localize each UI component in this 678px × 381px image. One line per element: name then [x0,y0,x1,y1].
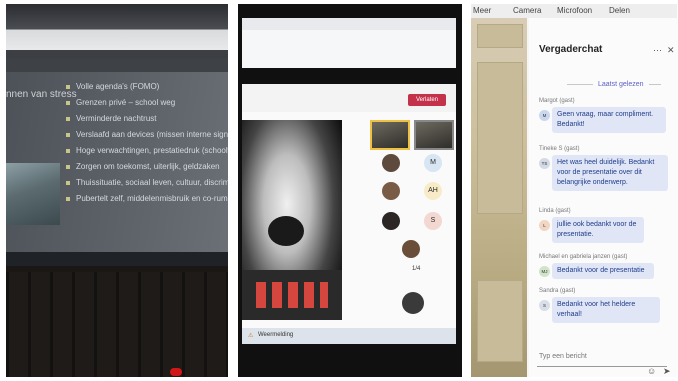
sender-avatar: S [539,300,550,311]
close-icon[interactable]: ✕ [667,46,675,55]
chat-pane: Vergaderchat ⋯ ✕ Laatst gelezen Margot (… [529,18,677,377]
self-view-avatar[interactable] [402,292,424,314]
slide-header-bar [6,58,228,72]
speaker-shirt [242,270,342,320]
bullet-item: Zorgen om toekomst, uiterlijk, geldzaken [66,162,228,178]
message-sender: Sandra (gast) [539,288,576,294]
weather-label: Weermelding [258,332,294,338]
participant-video[interactable] [414,120,454,150]
message-sender: Margot (gast) [539,98,575,104]
powerpoint-ribbon [6,4,228,50]
bullet-item: Verslaafd aan devices (missen interne si… [66,130,228,146]
participant-photo-avatar[interactable] [382,212,400,230]
laptop-keyboard [6,272,228,377]
participant-avatar[interactable]: M [424,154,442,172]
participant-photo-avatar[interactable] [402,240,420,258]
laptop-screen: nnen van stress Volle agenda's (FOMO) Gr… [6,4,228,266]
chat-title: Vergaderchat [539,44,603,55]
more-options-icon[interactable]: ⋯ [653,46,662,55]
panel-laptop-presentation: nnen van stress Volle agenda's (FOMO) Gr… [6,4,228,377]
panel-teams-meeting: Verlaten M AH S 1/4 ⚠ Weermelding [238,4,462,377]
participant-video[interactable] [370,120,410,150]
video-sidebar [471,18,527,377]
chat-message: jullie ook bedankt voor de presentatie. [552,217,644,243]
participant-photo-avatar[interactable] [382,182,400,200]
video-tile[interactable] [477,24,523,48]
windows-taskbar: ⚠ Weermelding [242,328,456,344]
video-tile[interactable] [477,280,523,362]
speaker-mouth [268,216,304,246]
last-read-label: Laatst gelezen [593,81,649,88]
speaker-video [242,120,342,320]
browser-tabs[interactable] [242,18,456,30]
send-icon[interactable]: ➤ [663,367,671,376]
page-indicator: 1/4 [412,266,421,272]
panel-meeting-chat: Meer Camera Microfoon Delen Vergaderchat… [471,4,677,377]
share-button[interactable]: Delen [609,6,630,15]
meeting-stage: M AH S 1/4 [242,112,456,328]
windows-taskbar [6,252,228,266]
participant-avatar[interactable]: AH [424,182,442,200]
participant-photo-avatar[interactable] [382,154,400,172]
chat-message: Bedankt voor de presentatie [552,263,654,279]
more-button[interactable]: Meer [473,6,491,15]
message-composer[interactable]: Typ een bericht [537,350,667,367]
bullet-item: Pubertelt zelf, middelenmisbruik en co-r… [66,194,228,210]
bullet-item: Thuissituatie, sociaal leven, cultuur, d… [66,178,228,194]
message-sender: Linda (gast) [539,208,571,214]
message-list: Margot (gast) M Geen vraag, maar complim… [539,98,671,338]
leave-button[interactable]: Verlaten [408,94,446,106]
video-tile[interactable] [477,62,523,214]
bullet-item: Volle agenda's (FOMO) [66,82,228,98]
browser-toolbar [242,30,456,68]
bullet-item: Hoge verwachtingen, prestatiedruk (schoo… [66,146,228,162]
message-sender: Michael en gabriela janzen (gast) [539,254,628,260]
bullet-list: Volle agenda's (FOMO) Grenzen privé – sc… [66,82,228,210]
presentation-slide: nnen van stress Volle agenda's (FOMO) Gr… [6,58,228,254]
slide-photo [6,163,60,225]
chat-message: Geen vraag, maar compliment. Bedankt! [552,107,666,133]
chat-message: Het was heel duidelijk. Bedankt voor de … [552,155,668,191]
sender-avatar: L [539,220,550,231]
bullet-item: Grenzen privé – school weg [66,98,228,114]
sender-avatar: M [539,110,550,121]
sender-avatar: MJ [539,266,550,277]
bullet-item: Verminderde nachtrust [66,114,228,130]
microphone-button[interactable]: Microfoon [557,6,592,15]
trackpoint [170,368,182,376]
chat-message: Bedankt voor het heldere verhaal! [552,297,660,323]
camera-button[interactable]: Camera [513,6,541,15]
meeting-controls: Meer Camera Microfoon Delen [471,4,677,18]
emoji-icon[interactable]: ☺ [647,367,656,376]
composer-placeholder: Typ een bericht [539,353,587,360]
warning-icon: ⚠ [248,333,254,339]
sender-avatar: TS [539,158,550,169]
participant-avatar[interactable]: S [424,212,442,230]
message-sender: Tineke S (gast) [539,146,580,152]
